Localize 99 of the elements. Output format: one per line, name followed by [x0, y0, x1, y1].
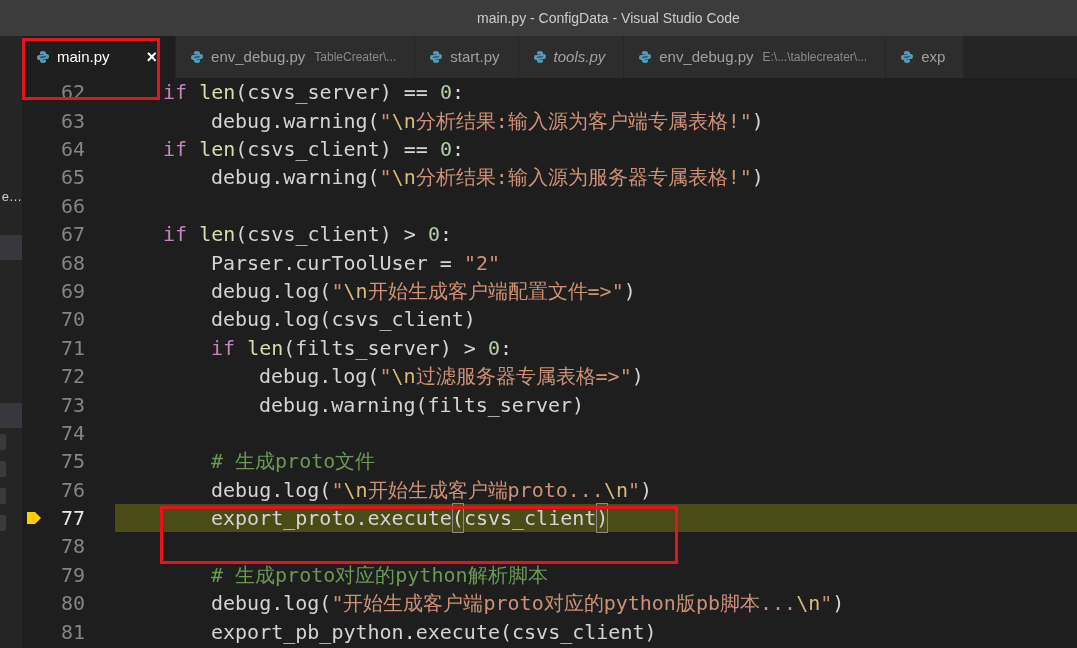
code-text: \n — [391, 363, 416, 391]
side-panel-row[interactable] — [0, 403, 22, 428]
code-text: ) — [631, 363, 644, 391]
code-text: debug.log( — [211, 476, 332, 504]
code-text: ) — [832, 590, 845, 618]
code-text: debug.log( — [211, 590, 332, 618]
code-text: \n — [343, 476, 368, 504]
editor-tab[interactable]: exp — [886, 36, 965, 78]
code-text: ) — [640, 476, 653, 504]
code-text: 0 — [439, 79, 452, 107]
code-text: ) — [623, 277, 636, 305]
close-icon[interactable]: × — [146, 43, 158, 71]
code-text: ) — [751, 164, 764, 192]
line-number: 80 — [60, 590, 85, 618]
line-number: 64 — [60, 136, 85, 163]
code-text: csvs_client — [463, 505, 597, 533]
code-text: len — [247, 334, 284, 362]
line-number: 68 — [60, 249, 85, 277]
code-text: (filts_server) > — [283, 334, 477, 362]
code-text: 0 — [487, 334, 500, 362]
line-number: 69 — [60, 277, 85, 305]
code-text: len — [199, 136, 236, 163]
line-number: 75 — [60, 448, 85, 476]
matched-bracket: ( — [451, 503, 464, 534]
code-text: 过滤服务器专属表格=>" — [415, 363, 632, 391]
code-text: if — [163, 79, 189, 107]
line-number: 76 — [60, 476, 85, 504]
side-panel-row[interactable] — [0, 235, 22, 260]
editor-tab[interactable]: start.py — [415, 36, 519, 78]
line-number: 63 — [60, 107, 85, 135]
window-title: main.py - ConfigData - Visual Studio Code — [476, 8, 740, 28]
code-text: # 生成proto文件 — [211, 448, 376, 476]
code-text: (csvs_client) > — [235, 221, 417, 249]
python-file-icon — [900, 50, 915, 64]
code-text: \n — [343, 277, 368, 305]
editor-tab[interactable]: env_debug.py TableCreater\... — [176, 36, 416, 78]
code-text: \n — [391, 107, 416, 135]
code-text: : — [500, 334, 513, 362]
line-number: 66 — [60, 192, 85, 220]
line-number: 73 — [60, 391, 85, 419]
editor-tab[interactable]: env_debug.py E:\...\tablecreater\... — [624, 36, 887, 78]
code-text: 分析结果:输入源为服务器专属表格!" — [415, 164, 752, 192]
line-number: 71 — [60, 334, 85, 362]
code-text: 分析结果:输入源为客户端专属表格!" — [415, 107, 752, 135]
code-text: \n — [603, 476, 628, 504]
code-text: " — [820, 590, 833, 618]
code-text: " — [331, 476, 344, 504]
code-text: : — [439, 221, 452, 249]
code-text: (csvs_client) == — [235, 136, 429, 163]
code-text: " — [379, 107, 392, 135]
python-file-icon — [532, 50, 547, 64]
code-text: len — [199, 221, 236, 249]
line-number: 65 — [60, 164, 85, 192]
code-text: debug.log(csvs_client) — [211, 306, 476, 334]
side-panel-row[interactable]: e… — [0, 184, 22, 209]
code-text: " — [628, 476, 641, 504]
code-text: debug.warning(filts_server) — [259, 391, 585, 419]
line-number: 79 — [60, 561, 85, 589]
line-number: 67 — [60, 221, 85, 249]
code-text: " — [379, 363, 392, 391]
debug-arrow-icon — [27, 511, 41, 526]
line-number: 70 — [60, 306, 85, 334]
code-text: "开始生成客户端proto对应的python版pb脚本... — [331, 590, 797, 618]
code-text: Parser.curToolUser = — [211, 249, 453, 277]
code-text: if — [163, 136, 189, 163]
code-text: ) — [751, 107, 764, 135]
code-text: debug.warning( — [211, 107, 380, 135]
line-number: 72 — [60, 363, 85, 391]
code-text: export_proto.execute — [211, 505, 452, 533]
line-number: 74 — [60, 419, 85, 447]
code-text: " — [331, 277, 344, 305]
code-text: \n — [391, 164, 416, 192]
code-text: \n — [796, 590, 821, 618]
code-text: " — [379, 164, 392, 192]
code-text: 0 — [439, 136, 452, 163]
editor-tab[interactable]: tools.py — [518, 36, 625, 78]
code-text: debug.log( — [259, 363, 380, 391]
line-number: 77 — [60, 505, 85, 533]
code-text: "2" — [463, 249, 500, 277]
python-file-icon — [429, 50, 444, 64]
matched-bracket: ) — [596, 503, 609, 534]
code-text: (csvs_server) == — [235, 79, 429, 107]
code-text: if — [163, 221, 189, 249]
python-file-icon — [638, 50, 653, 64]
code-text: debug.warning( — [211, 164, 380, 192]
code-text: len — [199, 79, 236, 107]
line-number: 78 — [60, 533, 85, 561]
code-text: 开始生成客户端配置文件=>" — [367, 277, 624, 305]
python-file-icon — [190, 50, 205, 64]
python-file-icon — [36, 50, 50, 64]
code-text: : — [452, 79, 465, 107]
code-text: export_pb_python.execute(csvs_client) — [211, 618, 657, 646]
code-text: debug.log( — [211, 277, 332, 305]
line-number: 81 — [60, 618, 85, 646]
code-text: # 生成proto对应的python解析脚本 — [211, 561, 548, 589]
code-text: 开始生成客户端proto... — [367, 476, 604, 504]
code-text: if — [211, 334, 237, 362]
code-text: 0 — [427, 221, 440, 249]
code-text: : — [452, 136, 465, 163]
